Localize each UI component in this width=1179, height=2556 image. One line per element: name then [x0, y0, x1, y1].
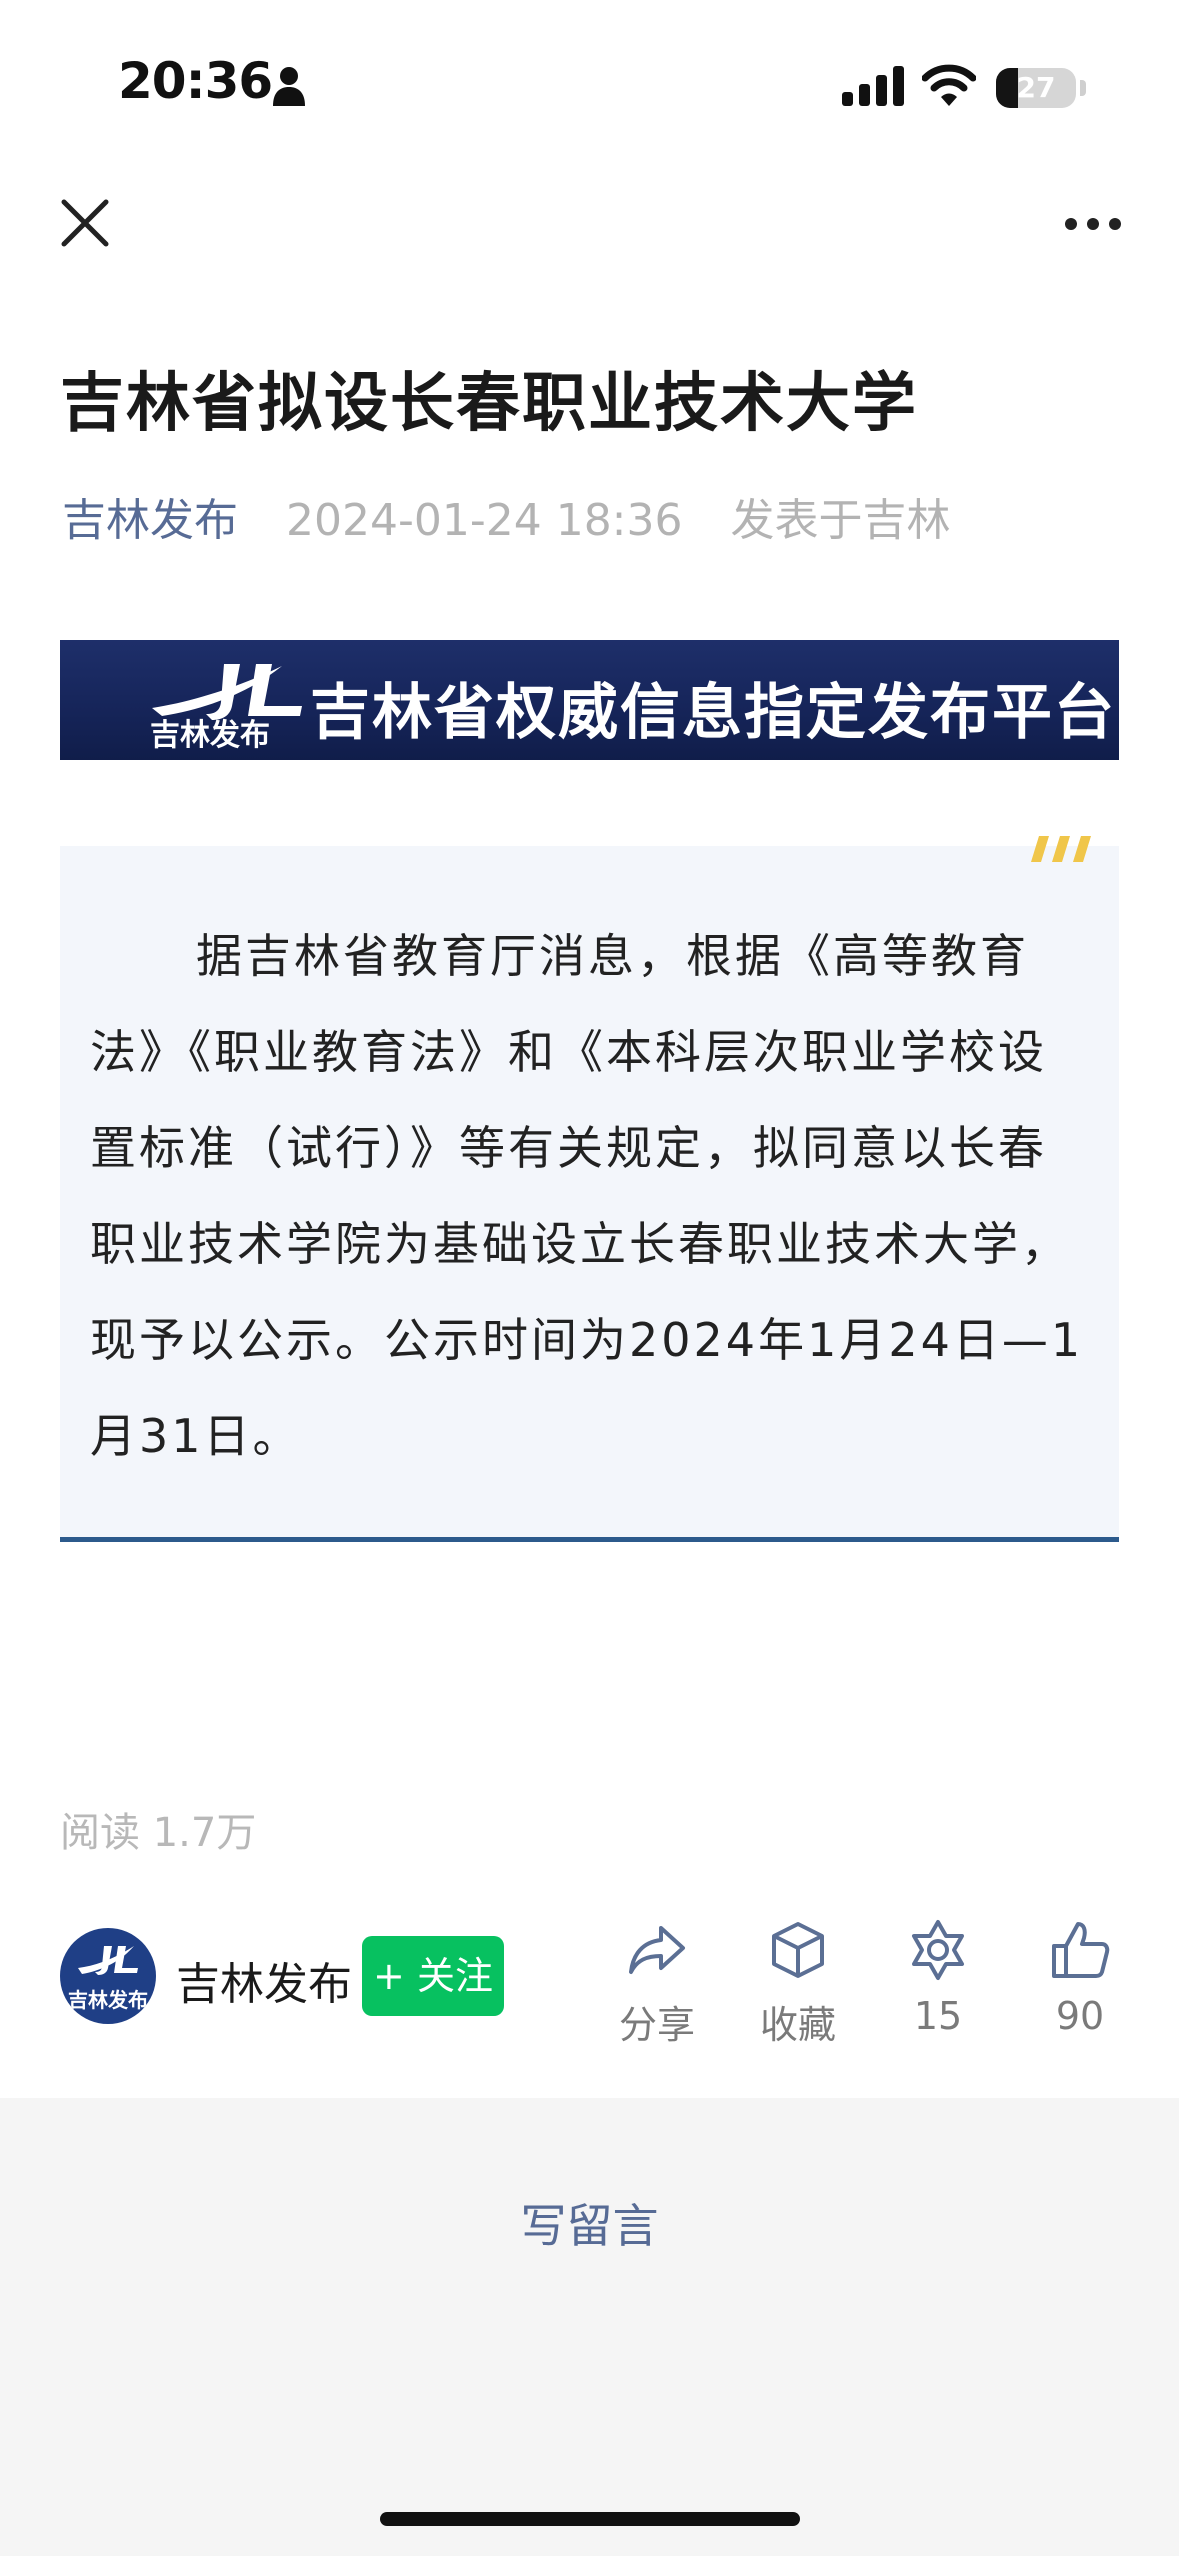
banner-logo-text: 吉林发布: [150, 718, 270, 753]
favorite-label: 收藏: [759, 2003, 836, 2047]
banner-text: 吉林省权威信息指定发布平台: [310, 678, 1116, 748]
person-icon: [273, 67, 305, 106]
author-name[interactable]: 吉林发布: [176, 1948, 352, 2012]
battery-indicator: 27: [996, 68, 1076, 108]
battery-cap: [1080, 80, 1086, 96]
follow-button[interactable]: + 关注: [362, 1936, 504, 2016]
wow-button[interactable]: 15: [883, 1918, 993, 2038]
home-indicator[interactable]: [380, 2512, 800, 2526]
article-author-link[interactable]: 吉林发布: [62, 495, 238, 546]
share-button[interactable]: 分享: [602, 1918, 712, 2049]
quote-block: 据吉林省教育厅消息，根据《高等教育法》《职业教育法》和《本科层次职业学校设置标准…: [60, 836, 1119, 1542]
article-location: 发表于吉林: [730, 495, 951, 546]
comment-area: 写留言: [0, 2098, 1179, 2556]
platform-banner: 吉林发布 吉林省权威信息指定发布平台: [60, 640, 1119, 760]
avatar-logo-icon: [78, 1946, 138, 1975]
like-count: 90: [1055, 1994, 1105, 2038]
quote-mark-icon: [1031, 836, 1091, 862]
read-count: 阅读 1.7万: [60, 1810, 257, 1856]
close-icon[interactable]: [58, 196, 112, 250]
article-meta: 吉林发布 2024-01-24 18:36 发表于吉林: [62, 484, 951, 548]
like-button[interactable]: 90: [1025, 1918, 1135, 2038]
quote-text: 据吉林省教育厅消息，根据《高等教育法》《职业教育法》和《本科层次职业学校设置标准…: [90, 929, 1084, 1463]
battery-level: 27: [1016, 71, 1056, 104]
article-title: 吉林省拟设长春职业技术大学: [60, 367, 918, 441]
author-avatar[interactable]: 吉林发布: [60, 1928, 156, 2024]
favorite-button[interactable]: 收藏: [743, 1918, 853, 2049]
share-icon: [629, 1926, 685, 1974]
avatar-text: 吉林发布: [68, 1988, 148, 2012]
wifi-icon: [922, 64, 976, 106]
more-icon[interactable]: [1064, 212, 1122, 236]
cube-icon: [772, 1922, 824, 1978]
wow-count: 15: [913, 1994, 963, 2038]
signal-icon: [842, 66, 904, 106]
thumbs-up-icon: [1052, 1922, 1110, 1978]
article-date: 2024-01-24 18:36: [286, 495, 683, 546]
share-label: 分享: [618, 2003, 695, 2047]
write-comment-button[interactable]: 写留言: [0, 2190, 1179, 2256]
star-icon: [912, 1920, 964, 1980]
status-time: 20:36: [118, 52, 273, 110]
